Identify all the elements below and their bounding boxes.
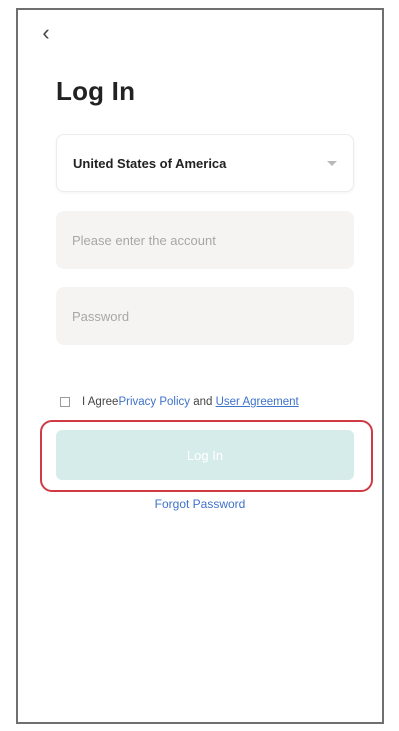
privacy-policy-link[interactable]: Privacy Policy: [118, 396, 190, 408]
agree-prefix-text: I Agree: [82, 396, 119, 408]
back-button[interactable]: ‹: [36, 20, 56, 45]
caret-down-icon: [327, 160, 337, 166]
agree-and-text: and: [190, 396, 216, 408]
password-input[interactable]: [56, 287, 354, 345]
agreement-row: I Agree Privacy Policy and User Agreemen…: [60, 396, 299, 408]
user-agreement-link[interactable]: User Agreement: [216, 396, 299, 408]
forgot-password-link[interactable]: Forgot Password: [18, 497, 382, 511]
account-input[interactable]: [56, 211, 354, 269]
chevron-left-icon: ‹: [42, 20, 50, 45]
agree-checkbox[interactable]: [60, 397, 70, 407]
page-title: Log In: [56, 76, 136, 106]
country-selected-value: United States of America: [73, 155, 227, 171]
country-selector[interactable]: United States of America: [56, 134, 354, 192]
phone-screen: ‹ Log In United States of America I Agre…: [16, 8, 384, 724]
login-button-highlight: [40, 420, 373, 492]
